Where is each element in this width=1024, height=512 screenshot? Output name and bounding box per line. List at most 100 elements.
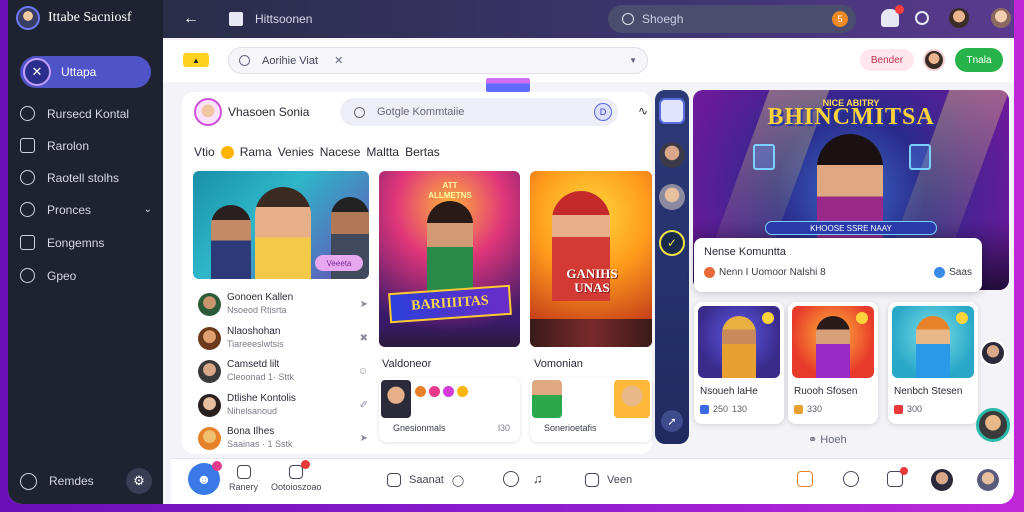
sidebar-item-1[interactable]: Rursecd Kontal: [20, 106, 152, 121]
share-icon[interactable]: ➤: [360, 433, 368, 444]
hero-info-card[interactable]: Nense Komuntta Nenn I Uomoor Nalshi 8 Sa…: [694, 238, 982, 292]
list-item[interactable]: Nlaoshohan Tiareeeslwtsis ✖: [198, 323, 368, 353]
rail-avatar[interactable]: [659, 142, 685, 168]
calendar-icon[interactable]: [797, 471, 813, 487]
floating-avatar[interactable]: [980, 340, 1006, 366]
bottom-item-3[interactable]: Saanat ◯: [387, 473, 464, 487]
chip[interactable]: Bertas: [405, 145, 440, 159]
chat-icon: [20, 106, 35, 121]
account-avatar[interactable]: [991, 8, 1011, 28]
wave-icon[interactable]: ∿: [638, 104, 648, 118]
sidebar-item-4[interactable]: Pronces ⌄: [20, 202, 152, 217]
message-icon: [585, 473, 599, 487]
list-item[interactable]: Dtlishe Kontolis Nihelsanoud ✐: [198, 390, 368, 420]
notification-badge: [895, 5, 904, 14]
sidebar-item-6[interactable]: Gpeo: [20, 268, 152, 283]
game-card[interactable]: Nsoueh laHe 250 130: [694, 302, 784, 424]
bottom-avatar[interactable]: [977, 469, 999, 491]
person-figure: [916, 316, 950, 378]
sidebar-item-3[interactable]: Raotell stolhs: [20, 170, 152, 185]
person-figure: [722, 316, 756, 378]
game-card[interactable]: Nenbch Stesen 300: [888, 302, 978, 424]
status-ring-icon[interactable]: [915, 11, 929, 25]
sidebar-item-label: Raotell stolhs: [47, 170, 120, 185]
more-link-label: Hoeh: [820, 434, 847, 446]
video-thumbnail-2[interactable]: ATT ALLMETNS BARIIIITAS: [379, 171, 520, 347]
chevron-down-icon[interactable]: ⌄: [144, 204, 152, 215]
more-link[interactable]: ⚭ Hoeh: [808, 433, 847, 446]
rail-avatar[interactable]: [659, 184, 685, 210]
dot-icon: [704, 267, 715, 278]
sidebar-item-home[interactable]: ✕ Uttapa: [20, 56, 151, 88]
chip[interactable]: Nacese: [320, 145, 361, 159]
pink-action-button[interactable]: Bender: [860, 49, 914, 71]
close-icon[interactable]: ✖: [360, 333, 368, 344]
top-search-input[interactable]: Shoegh 5: [608, 5, 856, 33]
toolbar-avatar[interactable]: [923, 49, 945, 71]
green-action-button[interactable]: Tnala: [955, 48, 1003, 72]
share-icon[interactable]: ➤: [360, 299, 368, 310]
channel-avatar[interactable]: [194, 98, 222, 126]
clock-icon[interactable]: [843, 471, 859, 487]
post-card[interactable]: Gnesionmals l30: [379, 378, 520, 442]
toolbar-search-input[interactable]: Aorihie Viat ✕ ▼: [228, 47, 648, 74]
dropdown-icon[interactable]: ▼: [629, 56, 637, 65]
user-avatar[interactable]: [16, 6, 40, 30]
inbox-icon[interactable]: [659, 98, 685, 124]
sign-icon: [909, 144, 931, 170]
music-icon[interactable]: ♫: [533, 471, 549, 487]
sidebar-item-5[interactable]: Eongemns: [20, 235, 152, 250]
list-item[interactable]: Camsetd lilt Cleoonad 1· Sttk ☺: [198, 356, 368, 386]
search-badge[interactable]: 5: [832, 11, 848, 27]
feed-search-input[interactable]: Gotgle Kommtaiie D: [340, 98, 618, 126]
sidebar-item-label: Rursecd Kontal: [47, 106, 130, 121]
avatar: [198, 292, 221, 316]
thumbnail-tag[interactable]: Veeeta: [315, 255, 363, 271]
badge-icon: [956, 312, 968, 324]
bottom-item-1[interactable]: Ranery: [229, 465, 258, 492]
share-icon[interactable]: [887, 467, 908, 487]
post-card[interactable]: Sonerioetafis: [530, 378, 652, 442]
clear-icon[interactable]: ✕: [334, 54, 343, 67]
profile-avatar[interactable]: [949, 8, 969, 28]
back-arrow-icon[interactable]: ←: [183, 10, 199, 28]
dot-icon: [934, 267, 946, 278]
bottom-item-2[interactable]: Ootoioszoao: [271, 460, 322, 492]
info-card-meta-text: Nenn I Uomoor Nalshi 8: [719, 267, 826, 278]
chip[interactable]: Venies: [278, 145, 314, 159]
check-icon[interactable]: ✓: [659, 230, 685, 256]
chip[interactable]: Vtio: [194, 145, 215, 159]
brand-logo[interactable]: ▲: [183, 53, 209, 67]
pin-icon[interactable]: ➚: [661, 410, 683, 432]
list-item[interactable]: Gonoen Kallen Nsoeod Rtisrta ➤: [198, 289, 368, 319]
refresh-icon: [20, 268, 35, 283]
at-icon[interactable]: [503, 471, 519, 487]
person-figure: [211, 205, 251, 279]
post-time: l30: [497, 423, 510, 433]
sidebar-bottom-item[interactable]: Remdes ⚙: [20, 468, 152, 494]
mic-icon[interactable]: D: [594, 103, 612, 121]
smile-icon[interactable]: ☺: [358, 366, 368, 377]
notification-bell-icon[interactable]: [881, 5, 904, 27]
video-thumbnail-1[interactable]: Veeeta: [193, 171, 369, 279]
bottom-avatar[interactable]: [931, 469, 953, 491]
badge-icon: [856, 312, 868, 324]
sidebar-item-label: Gpeo: [47, 268, 77, 283]
floating-chat-avatar[interactable]: [976, 408, 1010, 442]
video-thumbnail-3[interactable]: GANIHS UNAS: [530, 171, 652, 347]
circle-icon: [20, 472, 37, 490]
list-item-sub: Cleoonad 1· Sttk: [227, 372, 295, 382]
chip[interactable]: Maltta: [366, 145, 399, 159]
game-card[interactable]: Ruooh Sfosen 330: [788, 302, 878, 424]
sidebar-item-2[interactable]: Rarolon: [20, 138, 152, 153]
channel-name: Vhasoen Sonia: [228, 105, 310, 119]
post-thumbnail: [532, 380, 562, 418]
main-action-button[interactable]: ☻: [188, 461, 222, 495]
gear-icon[interactable]: ⚙: [126, 468, 152, 494]
list-item[interactable]: Bona Ilhes Saainas · 1 Sstk ➤: [198, 423, 368, 453]
chip[interactable]: Rama: [240, 145, 272, 159]
brand[interactable]: Ittabe Sacniosf: [16, 6, 132, 30]
edit-icon[interactable]: ✐: [360, 400, 368, 411]
bottom-item-4[interactable]: Veen: [585, 473, 632, 487]
thumbnail-title: GANIHS UNAS: [566, 266, 618, 295]
